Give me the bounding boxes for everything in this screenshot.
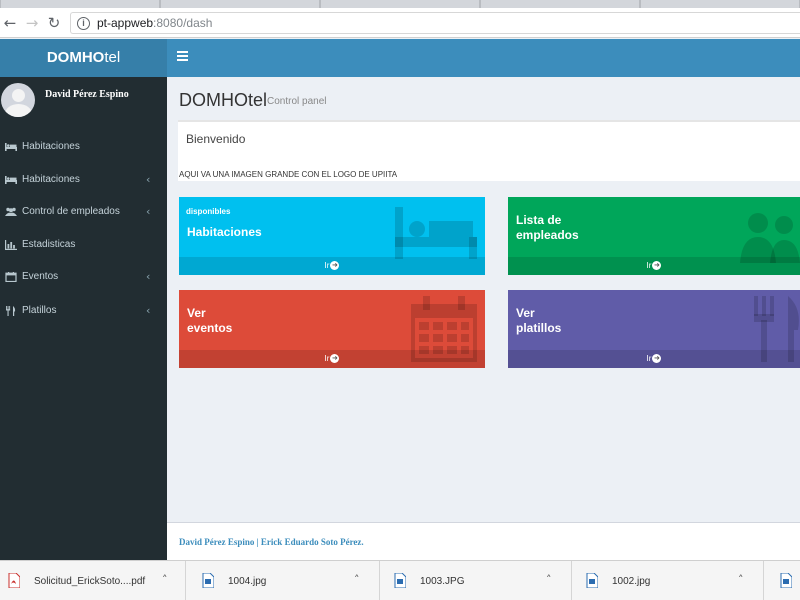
welcome-box: Bienvenido AQUI VA UNA IMAGEN GRANDE CON… [178,120,800,181]
app-logo[interactable]: DOMHOtel [0,39,167,77]
back-arrow-icon[interactable]: ← [0,13,20,33]
chevron-up-icon[interactable]: ˄ [354,573,360,586]
users-icon [5,207,17,216]
sidebar-item-habitaciones-submenu[interactable]: Habitaciones ‹ [0,167,167,193]
bar-chart-icon [5,240,17,250]
sidebar-item-eventos[interactable]: Eventos ‹ [0,264,167,290]
main-content: DOMHOtel Control panel Bienvenido AQUI V… [167,77,800,522]
empleados-link[interactable]: Ir ➜ [508,257,800,275]
sidebar-item-habitaciones[interactable]: Habitaciones [0,134,167,160]
download-bar: Solicitud_ErickSoto....pdf ˄ 1004.jpg ˄ … [0,560,800,600]
link-label: Ir [324,261,330,270]
download-item[interactable] [772,561,800,600]
browser-tab[interactable] [0,0,160,8]
platillos-box: Ver platillos Ir ➜ [508,290,800,368]
download-item[interactable]: 1003.JPG ˄ [386,561,572,600]
browser-tab[interactable] [640,0,800,8]
page-title: DOMHOtel [179,90,268,110]
image-file-icon [780,573,792,588]
box-subtitle: disponibles [186,207,231,216]
logo-light: tel [104,49,121,66]
chevron-left-icon: ‹ [146,173,151,186]
bed-icon [395,207,477,259]
chevron-up-icon[interactable]: ˄ [738,573,744,586]
chevron-up-icon[interactable]: ˄ [162,573,168,586]
download-file-name: 1003.JPG [420,576,465,587]
chevron-left-icon: ‹ [146,304,151,317]
link-label: Ir [646,354,652,363]
page-subtitle: Control panel [267,96,327,107]
sidebar-item-estadisticas[interactable]: Estadisticas [0,232,167,258]
chevron-left-icon: ‹ [146,205,151,218]
reload-icon[interactable]: ↻ [44,13,64,33]
top-navbar [167,39,800,77]
empleados-box: Lista de empleados Ir ➜ [508,197,800,275]
browser-tab[interactable] [160,0,320,8]
avatar [1,83,35,117]
cutlery-icon [6,306,16,316]
chevron-left-icon: ‹ [146,270,151,283]
habitaciones-link[interactable]: Ir ➜ [179,257,485,275]
sidebar-item-control-empleados[interactable]: Control de empleados ‹ [0,199,167,225]
pdf-file-icon [8,573,20,588]
user-panel: David Pérez Espino [0,77,167,127]
download-item[interactable]: 1002.jpg ˄ [578,561,764,600]
page-footer: David Pérez Espino | Erick Eduardo Soto … [167,522,800,560]
sidebar-item-label: Estadisticas [22,239,76,250]
sidebar: David Pérez Espino Habitaciones Habitaci… [0,77,167,560]
url-host: pt-appweb [97,16,154,30]
download-item[interactable]: 1004.jpg ˄ [194,561,380,600]
menu-toggle-icon[interactable] [177,51,189,63]
sidebar-item-platillos[interactable]: Platillos ‹ [0,298,167,324]
arrow-circle-right-icon: ➜ [652,354,662,364]
box-title: Lista de empleados [516,213,579,242]
browser-tab-strip [0,0,800,8]
download-item[interactable]: Solicitud_ErickSoto....pdf ˄ [0,561,186,600]
calendar-icon [5,272,17,282]
arrow-circle-right-icon: ➜ [330,354,340,364]
chevron-up-icon[interactable]: ˄ [546,573,552,586]
welcome-title: Bienvenido [186,132,246,146]
browser-tab[interactable] [480,0,640,8]
image-file-icon [586,573,598,588]
bed-icon [5,176,17,184]
url-path: :8080/dash [153,16,213,30]
download-file-name: 1002.jpg [612,576,651,587]
footer-credits: David Pérez Espino | Erick Eduardo Soto … [179,537,364,547]
image-file-icon [202,573,214,588]
browser-tab[interactable] [320,0,480,8]
download-file-name: Solicitud_ErickSoto....pdf [34,576,146,587]
box-title: Ver eventos [187,306,233,335]
address-bar[interactable]: i pt-appweb:8080/dash [70,12,800,34]
link-label: Ir [324,354,330,363]
site-info-icon[interactable]: i [77,17,90,30]
sidebar-item-label: Habitaciones [22,174,80,185]
browser-toolbar: ← → ↻ i pt-appweb:8080/dash [0,8,800,38]
link-label: Ir [646,261,652,270]
sidebar-item-label: Habitaciones [22,141,80,152]
sidebar-item-label: Platillos [22,305,57,316]
arrow-circle-right-icon: ➜ [330,261,340,271]
logo-bold: DOMHO [46,49,105,66]
eventos-link[interactable]: Ir ➜ [179,350,485,368]
sidebar-item-label: Eventos [22,271,59,282]
url-text[interactable]: pt-appweb:8080/dash [97,16,212,30]
image-file-icon [394,573,406,588]
sidebar-item-label: Control de empleados [22,206,120,217]
box-title: Habitaciones [187,225,262,239]
platillos-link[interactable]: Ir ➜ [508,350,800,368]
download-file-name: 1004.jpg [228,576,267,587]
bed-icon [5,143,17,151]
arrow-circle-right-icon: ➜ [652,261,662,271]
habitaciones-box: disponibles Habitaciones Ir ➜ [179,197,485,275]
forward-arrow-icon[interactable]: → [22,13,42,33]
users-icon [740,213,800,263]
user-name: David Pérez Espino [45,89,129,100]
box-title: Ver platillos [516,306,562,335]
welcome-note: AQUI VA UNA IMAGEN GRANDE CON EL LOGO DE… [179,170,398,179]
eventos-box: Ver eventos Ir ➜ [179,290,485,368]
